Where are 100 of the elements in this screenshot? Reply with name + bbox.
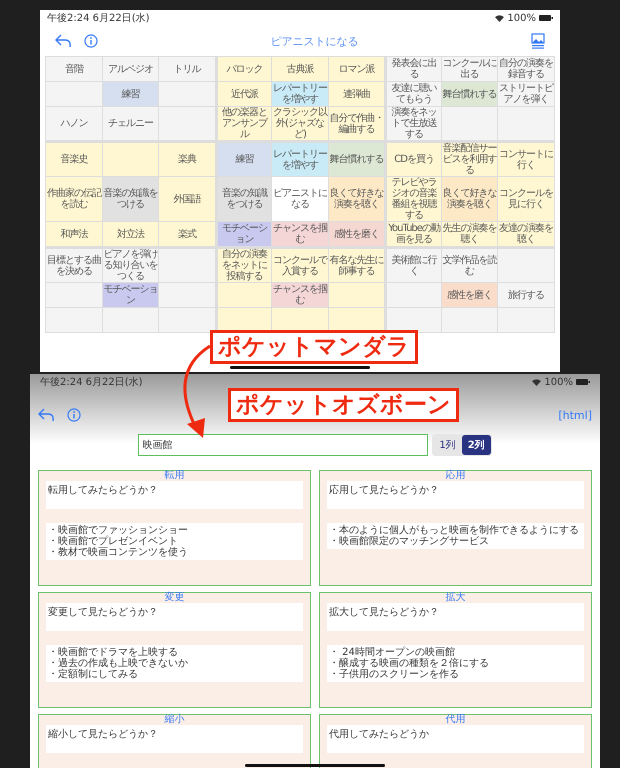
grid-cell[interactable] <box>46 283 103 308</box>
grid-cell[interactable] <box>498 107 555 141</box>
grid-cell[interactable]: アルペジオ <box>102 57 160 82</box>
grid-cell[interactable]: 目標とする曲を決める <box>46 247 103 283</box>
grid-cell[interactable]: 舞台慣れする <box>328 141 386 177</box>
grid-cell[interactable]: 自分の演奏を録音する <box>498 57 555 82</box>
grid-cell[interactable]: モチベーション <box>102 283 160 308</box>
grid-cell[interactable]: 音楽配信サービスを利用する <box>442 141 498 177</box>
grid-cell[interactable]: 旅行する <box>498 283 555 308</box>
wifi-icon <box>532 378 542 386</box>
grid-cell[interactable]: チェルニー <box>102 107 160 141</box>
grid-cell[interactable]: 音階 <box>46 57 103 82</box>
grid-cell[interactable]: 良くて好きな演奏を聴く <box>328 177 386 222</box>
grid-cell[interactable]: 楽式 <box>159 222 216 247</box>
grid-cell[interactable] <box>159 82 216 107</box>
grid-cell[interactable]: 近代派 <box>216 82 272 107</box>
grid-cell[interactable]: コンクールに出る <box>442 57 498 82</box>
grid-cell[interactable]: ロマン派 <box>328 57 386 82</box>
grid-cell[interactable]: 感性を磨く <box>442 283 498 308</box>
info-icon[interactable] <box>67 408 81 422</box>
grid-cell[interactable]: クラシック以外(ジャズなど) <box>272 107 329 141</box>
grid-cell[interactable] <box>385 308 442 333</box>
grid-cell[interactable]: 演奏をネットで生放送する <box>385 107 442 141</box>
grid-cell[interactable]: 友達に聴いてもらう <box>385 82 442 107</box>
grid-cell[interactable]: 作曲家の伝記を読む <box>46 177 103 222</box>
grid-cell[interactable] <box>498 247 555 283</box>
grid-cell[interactable]: テレビやラジオの音楽番組を視聴する <box>385 177 442 222</box>
grid-cell[interactable]: コンクールを見に行く <box>498 177 555 222</box>
grid-cell[interactable]: 楽典 <box>159 141 216 177</box>
question-field[interactable]: 応用して見たらどうか？ <box>327 481 584 509</box>
ideas-field[interactable]: ・映画館でドラマを上映する ・過去の作成も上映できないか ・定額制にしてみる <box>46 645 303 682</box>
grid-cell[interactable] <box>159 247 216 283</box>
grid-cell[interactable]: 他の楽器とアンサンブル <box>216 107 272 141</box>
battery-icon <box>539 15 553 21</box>
grid-cell[interactable] <box>385 283 442 308</box>
grid-cell[interactable]: 外国語 <box>159 177 216 222</box>
grid-cell[interactable]: 自分の演奏をネットに投稿する <box>216 247 272 283</box>
grid-cell[interactable]: モチベーション <box>216 222 272 247</box>
grid-cell[interactable]: ハノン <box>46 107 103 141</box>
grid-cell[interactable]: 対立法 <box>102 222 160 247</box>
grid-cell[interactable]: 音楽史 <box>46 141 103 177</box>
grid-cell[interactable]: トリル <box>159 57 216 82</box>
grid-cell[interactable]: 発表会に出る <box>385 57 442 82</box>
grid-cell[interactable] <box>46 82 103 107</box>
grid-cell[interactable]: 練習 <box>102 82 160 107</box>
grid-cell[interactable] <box>442 308 498 333</box>
grid-cell[interactable] <box>159 283 216 308</box>
grid-cell[interactable]: 舞台慣れする <box>442 82 498 107</box>
card-label: 変更 <box>164 593 184 603</box>
grid-cell[interactable] <box>498 308 555 333</box>
grid-cell[interactable]: チャンスを掴む <box>272 283 329 308</box>
grid-cell[interactable]: 感性を磨く <box>328 222 386 247</box>
grid-cell[interactable] <box>159 308 216 333</box>
grid-cell[interactable]: ピアノを弾ける知り合いをつくる <box>102 247 160 283</box>
column-toggle-button[interactable]: 2列 <box>462 435 491 455</box>
grid-cell[interactable] <box>159 107 216 141</box>
grid-cell[interactable] <box>442 107 498 141</box>
card-label: 転用 <box>164 471 184 481</box>
grid-cell[interactable] <box>102 308 160 333</box>
question-field[interactable]: 変更して見たらどうか？ <box>46 603 303 631</box>
grid-cell[interactable]: 良くて好きな演奏を聴く <box>442 177 498 222</box>
grid-cell[interactable]: バロック <box>216 57 272 82</box>
grid-cell[interactable]: 美術館に行く <box>385 247 442 283</box>
grid-cell[interactable]: 先生の演奏を聴く <box>442 222 498 247</box>
ideas-field[interactable]: ・映画館でファッションショー ・映画館でプレゼンイベント ・教材で映画コンテンツを使う <box>46 523 303 560</box>
grid-cell[interactable] <box>216 283 272 308</box>
image-icon[interactable] <box>531 33 545 49</box>
back-icon[interactable] <box>55 34 72 48</box>
grid-cell[interactable]: コンサートに行く <box>498 141 555 177</box>
question-field[interactable]: 転用してみたらどうか？ <box>46 481 303 509</box>
grid-cell[interactable] <box>328 283 386 308</box>
grid-cell[interactable]: レパートリーを増やす <box>272 141 329 177</box>
ideas-field[interactable]: ・本のように個人がもっと映画を制作できるようにする ・映画館限定のマッチングサービス <box>327 523 584 549</box>
info-icon[interactable] <box>84 34 98 48</box>
grid-cell[interactable] <box>102 141 160 177</box>
back-icon[interactable] <box>38 408 55 422</box>
grid-cell[interactable]: ストリートピアノを弾く <box>498 82 555 107</box>
grid-cell[interactable]: レパートリーを増やす <box>272 82 329 107</box>
grid-cell[interactable]: コンクールで入賞する <box>272 247 329 283</box>
grid-cell[interactable]: チャンスを掴む <box>272 222 329 247</box>
grid-cell[interactable]: 古典派 <box>272 57 329 82</box>
grid-cell[interactable]: CDを買う <box>385 141 442 177</box>
question-field[interactable]: 拡大して見たらどうか？ <box>327 603 584 631</box>
grid-cell[interactable]: 友達の演奏を聴く <box>498 222 555 247</box>
question-field[interactable]: 縮小して見たらどうか？ <box>46 725 303 753</box>
grid-cell[interactable]: 有名な先生に師事する <box>328 247 386 283</box>
grid-cell[interactable]: 自分で作曲・編曲する <box>328 107 386 141</box>
grid-cell[interactable]: 和声法 <box>46 222 103 247</box>
search-field[interactable]: 映画館 <box>138 434 428 456</box>
grid-cell[interactable]: 連弾曲 <box>328 82 386 107</box>
ideas-field[interactable]: ・ 24時間オープンの映画館 ・醸成する映画の種類を２倍にする ・子供用のスクリーンを作る <box>327 645 584 682</box>
column-toggle-button[interactable]: 1列 <box>433 435 462 455</box>
question-field[interactable]: 代用してみたらどうか <box>327 725 584 753</box>
grid-cell[interactable]: YouTubeの動画を見る <box>385 222 442 247</box>
grid-cell[interactable] <box>46 308 103 333</box>
grid-cell[interactable]: 練習 <box>216 141 272 177</box>
grid-cell[interactable]: 音楽の知識をつける <box>216 177 272 222</box>
grid-cell[interactable]: ピアニストになる <box>272 177 329 222</box>
grid-cell[interactable]: 音楽の知識をつける <box>102 177 160 222</box>
grid-cell[interactable]: 文学作品を読む <box>442 247 498 283</box>
